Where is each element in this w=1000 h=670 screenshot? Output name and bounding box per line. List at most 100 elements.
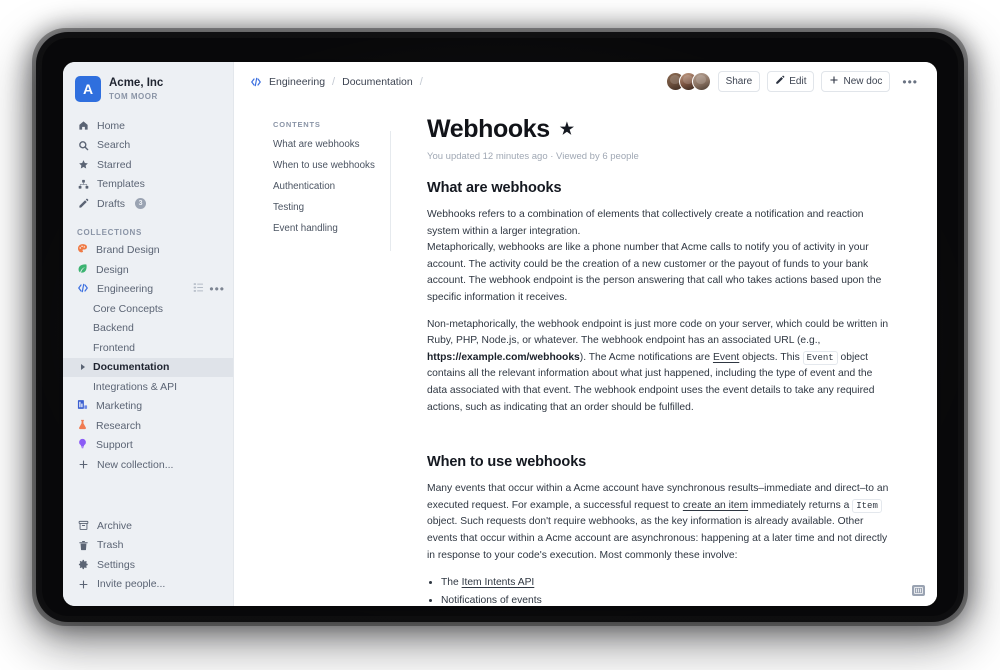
paragraph-with-inline-code: Many events that occur within a Acme acc…: [427, 481, 889, 564]
team-switcher[interactable]: A Acme, Inc TOM MOOR: [63, 62, 233, 112]
pencil-icon: [77, 198, 89, 210]
collections-section-label: COLLECTIONS: [77, 227, 143, 237]
sidebar-item-label: Home: [97, 119, 126, 132]
sidebar-doc-integrations-api[interactable]: Integrations & API: [63, 377, 233, 397]
list-item-prefix: Notifications of events: [441, 595, 542, 606]
breadcrumb: Engineering / Documentation /: [250, 76, 442, 88]
keyboard-icon[interactable]: [912, 585, 925, 596]
inline-link-item-intents-api[interactable]: Item Intents API: [462, 577, 535, 588]
breadcrumb-item-engineering[interactable]: Engineering: [269, 76, 325, 88]
inline-link-create-an-item[interactable]: create an item: [683, 500, 748, 511]
edit-label: Edit: [789, 76, 807, 87]
templates-icon: [77, 178, 89, 190]
toc-item-event-handling[interactable]: Event handling: [273, 223, 382, 234]
sidebar-primary-nav: Home Search Starred Templates Drafts 3: [63, 112, 233, 214]
collections-list: Brand Design Design Engineering ••• Core…: [63, 241, 233, 475]
toc-item-what-are-webhooks[interactable]: What are webhooks: [273, 139, 382, 150]
breadcrumb-separator: /: [332, 75, 336, 88]
section-heading-when-to-use-webhooks: When to use webhooks: [427, 454, 587, 471]
sidebar-item-templates[interactable]: Templates: [63, 175, 233, 195]
main-panel: Engineering / Documentation / Share Edit…: [234, 62, 937, 606]
sidebar-doc-frontend[interactable]: Frontend: [63, 338, 233, 358]
list-item: Notifications of events: [441, 592, 889, 606]
sidebar-bottom-nav: Archive Trash Settings Invite people...: [63, 516, 233, 606]
sidebar-doc-core-concepts[interactable]: Core Concepts: [63, 299, 233, 319]
sidebar-item-settings[interactable]: Settings: [63, 555, 233, 575]
team-meta: Acme, Inc TOM MOOR: [109, 77, 173, 101]
inline-code-event: Event: [802, 350, 838, 365]
gear-icon: [77, 559, 89, 571]
code-icon: [250, 76, 262, 88]
collaborator-avatars[interactable]: [665, 72, 711, 91]
sidebar-doc-label: Core Concepts: [93, 302, 164, 315]
sidebar-collection-research[interactable]: Research: [63, 416, 233, 436]
archive-icon: [77, 520, 89, 532]
lightbulb-icon: [77, 438, 88, 452]
sidebar-item-invite-people[interactable]: Invite people...: [63, 575, 233, 595]
breadcrumb-separator: /: [419, 75, 423, 88]
document-overflow-button[interactable]: •••: [897, 71, 923, 92]
pencil-icon: [775, 75, 785, 88]
paragraph: Webhooks refers to a combination of elem…: [427, 209, 864, 237]
sidebar-collection-engineering[interactable]: Engineering •••: [63, 280, 233, 300]
document-byline: You updated 12 minutes ago · Viewed by 6…: [427, 151, 639, 162]
sidebar-collection-label: Design: [96, 263, 129, 276]
top-bar: Engineering / Documentation / Share Edit…: [234, 62, 937, 101]
sidebar-item-archive[interactable]: Archive: [63, 516, 233, 536]
bullet-list: The Item Intents API Notifications of ev…: [427, 574, 889, 606]
section-heading-what-are-webhooks: What are webhooks: [427, 180, 562, 196]
paragraph-part: objects. This: [739, 351, 803, 363]
sidebar-new-collection[interactable]: New collection...: [63, 455, 233, 475]
sidebar-item-starred[interactable]: Starred: [63, 155, 233, 175]
sort-list-icon[interactable]: [193, 282, 204, 296]
drafts-count-badge: 3: [135, 198, 147, 210]
collection-overflow-icon[interactable]: •••: [209, 283, 225, 295]
breadcrumb-item-documentation[interactable]: Documentation: [342, 76, 413, 88]
team-name: Acme, Inc: [109, 76, 164, 89]
star-icon[interactable]: ★: [560, 121, 574, 138]
sidebar-collection-label: Marketing: [96, 400, 143, 413]
share-button[interactable]: Share: [717, 71, 761, 92]
star-icon: [77, 159, 89, 171]
team-username: TOM MOOR: [109, 92, 158, 102]
sidebar-doc-label: Backend: [93, 322, 134, 335]
document-title-text: Webhooks: [427, 115, 550, 143]
search-icon: [77, 139, 89, 151]
sidebar-collection-marketing[interactable]: Marketing: [63, 397, 233, 417]
sidebar-item-label: Invite people...: [97, 578, 166, 591]
toc-list-icon[interactable]: [430, 76, 442, 88]
sidebar-item-label: Templates: [97, 178, 145, 191]
paragraph: Metaphorically, webhooks are like a phon…: [427, 242, 882, 303]
app-window: A Acme, Inc TOM MOOR Home Search Starred…: [63, 62, 937, 606]
sidebar-item-home[interactable]: Home: [63, 116, 233, 136]
new-doc-label: New doc: [843, 76, 883, 87]
inline-url[interactable]: https://example.com/webhooks: [427, 352, 580, 363]
chevron-right-icon[interactable]: [81, 364, 85, 371]
sidebar-doc-backend[interactable]: Backend: [63, 319, 233, 339]
sidebar-doc-documentation[interactable]: Documentation: [63, 357, 233, 377]
edit-button[interactable]: Edit: [767, 71, 815, 92]
sidebar-item-trash[interactable]: Trash: [63, 536, 233, 556]
screenshot-stage: A Acme, Inc TOM MOOR Home Search Starred…: [0, 0, 1000, 670]
team-name-row: Acme, Inc: [109, 77, 173, 90]
sidebar-item-search[interactable]: Search: [63, 136, 233, 156]
leaf-icon: [77, 263, 88, 277]
new-doc-button[interactable]: New doc: [821, 71, 891, 92]
sidebar-item-label: Settings: [97, 558, 135, 571]
sidebar-item-drafts[interactable]: Drafts 3: [63, 194, 233, 214]
toc-item-when-to-use-webhooks[interactable]: When to use webhooks: [273, 160, 382, 171]
inline-link-event[interactable]: Event: [713, 352, 739, 363]
sidebar-collection-design[interactable]: Design: [63, 260, 233, 280]
sidebar-collection-support[interactable]: Support: [63, 436, 233, 456]
toc-item-testing[interactable]: Testing: [273, 202, 382, 213]
table-of-contents: CONTENTS What are webhooks When to use w…: [234, 101, 394, 606]
toc-item-authentication[interactable]: Authentication: [273, 181, 382, 192]
code-icon: [77, 282, 89, 297]
sidebar: A Acme, Inc TOM MOOR Home Search Starred…: [63, 62, 234, 606]
sidebar-collection-brand-design[interactable]: Brand Design: [63, 241, 233, 261]
toc-divider: [390, 131, 391, 251]
home-icon: [77, 120, 89, 132]
plus-icon: [829, 75, 839, 88]
avatar[interactable]: [691, 72, 711, 91]
paragraph-part: Non-metaphorically, the webhook endpoint…: [427, 318, 889, 347]
